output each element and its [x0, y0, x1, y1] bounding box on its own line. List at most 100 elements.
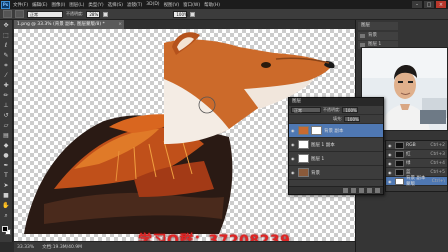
flow-field[interactable]: 100%	[173, 10, 188, 18]
hand-tool-icon[interactable]: ✋	[2, 202, 11, 210]
history-brush-tool-icon[interactable]: ↺	[2, 112, 11, 120]
layer-row-background-copy[interactable]: ◉ 背景 副本	[289, 124, 383, 138]
healing-tool-icon[interactable]: ✚	[2, 82, 11, 90]
add-mask-icon[interactable]	[359, 188, 364, 193]
menu-file[interactable]: 文件(F)	[13, 2, 28, 8]
type-tool-icon[interactable]: T	[2, 172, 11, 180]
visibility-eye-icon[interactable]: ◉	[388, 179, 393, 184]
window-controls: – □ ×	[412, 1, 446, 8]
layer-name: 背景 副本	[324, 128, 344, 134]
add-style-icon[interactable]	[351, 188, 356, 193]
visibility-eye-icon[interactable]: ◉	[388, 143, 393, 148]
pen-tool-icon[interactable]: ✒	[2, 162, 11, 170]
menu-filter[interactable]: 滤镜(T)	[127, 2, 142, 8]
layer-fill-field[interactable]: 100%	[344, 116, 361, 122]
zoom-level[interactable]: 33.33%	[17, 245, 34, 250]
menu-window[interactable]: 窗口(W)	[183, 2, 200, 8]
channel-name: 红	[406, 152, 411, 157]
dodge-tool-icon[interactable]: ●	[2, 152, 11, 160]
visibility-eye-icon[interactable]: ◉	[388, 152, 393, 157]
layer-thumbnail	[298, 126, 309, 135]
visibility-eye-icon[interactable]: ◉	[291, 128, 296, 133]
status-bar: 33.33% 文档:19.3M/40.9M	[14, 241, 355, 252]
layers-panel-title[interactable]: 图层	[289, 98, 383, 106]
visibility-eye-icon[interactable]: ◉	[291, 170, 296, 175]
layers-filter-row: 正常 不透明度: 100%	[289, 106, 383, 115]
pressure-opacity-toggle[interactable]	[103, 11, 109, 17]
channel-shortcut: Ctrl+3	[430, 151, 445, 157]
menu-select[interactable]: 选择(S)	[108, 2, 123, 8]
channel-row-red[interactable]: ◉ 红 Ctrl+3	[386, 150, 447, 159]
document-tab[interactable]: 1.png @ 33.3% (背景 副本, 图层蒙版/8) * ×	[14, 20, 124, 29]
channel-row-layer-mask[interactable]: ◉ 背景 副本 蒙版 Ctrl+\	[386, 176, 447, 187]
lasso-tool-icon[interactable]: ℓ	[2, 42, 11, 50]
gradient-tool-icon[interactable]: ▤	[2, 132, 11, 140]
menu-3d[interactable]: 3D(D)	[146, 2, 159, 7]
channel-thumbnail	[395, 141, 404, 149]
document-tab-title: 1.png @ 33.3% (背景 副本, 图层蒙版/8) *	[17, 22, 105, 27]
layer-name: 图层 1 副本	[311, 142, 335, 148]
layer-opacity-field[interactable]: 100%	[342, 107, 359, 113]
quick-select-tool-icon[interactable]: ✎	[2, 52, 11, 60]
visibility-eye-icon[interactable]: ◉	[291, 156, 296, 161]
opacity-field[interactable]: 28%	[86, 10, 101, 18]
link-layers-icon[interactable]	[343, 188, 348, 193]
menu-edit[interactable]: 编辑(E)	[32, 2, 47, 8]
clone-stamp-tool-icon[interactable]: ⊥	[2, 102, 11, 110]
channel-name: 背景 副本 蒙版	[406, 176, 426, 187]
close-tab-icon[interactable]: ×	[118, 20, 122, 29]
channel-row-green[interactable]: ◉ 绿 Ctrl+4	[386, 159, 447, 168]
channel-shortcut: Ctrl+4	[430, 160, 445, 166]
shape-tool-icon[interactable]: ■	[2, 192, 11, 200]
path-select-tool-icon[interactable]: ➤	[2, 182, 11, 190]
layer-row-background[interactable]: ◉ 背景	[289, 166, 383, 180]
brush-preset-picker[interactable]	[15, 10, 24, 18]
channels-panel: ◉ RGB Ctrl+2 ◉ 红 Ctrl+3 ◉ 绿 Ctrl+4 ◉ 蓝 C…	[385, 140, 448, 192]
blur-tool-icon[interactable]: ◆	[2, 142, 11, 150]
channel-row-rgb[interactable]: ◉ RGB Ctrl+2	[386, 141, 447, 150]
layer-thumbnail-icon	[360, 34, 365, 38]
foreground-color-swatch[interactable]	[2, 226, 8, 232]
minimize-button[interactable]: –	[412, 1, 422, 8]
layer-row-layer-1[interactable]: ◉ 图层 1	[289, 152, 383, 166]
channel-shortcut: Ctrl+5	[430, 169, 445, 175]
layer-mask-thumbnail[interactable]	[311, 126, 322, 135]
menu-type[interactable]: 类型(Y)	[88, 2, 103, 8]
eraser-tool-icon[interactable]: ▱	[2, 122, 11, 130]
maximize-button[interactable]: □	[424, 1, 434, 8]
eyedropper-tool-icon[interactable]: ⁄	[2, 72, 11, 80]
visibility-eye-icon[interactable]: ◉	[388, 161, 393, 166]
menu-help[interactable]: 帮助(H)	[204, 2, 220, 8]
dock-row-background[interactable]: 背景	[358, 32, 398, 40]
move-tool-icon[interactable]: ✥	[2, 22, 11, 30]
visibility-eye-icon[interactable]: ◉	[291, 142, 296, 147]
layers-panel-footer	[289, 186, 383, 194]
layer-blend-mode-select[interactable]: 正常	[291, 107, 321, 113]
crop-tool-icon[interactable]: ⌗	[2, 62, 11, 70]
layer-name: 图层 1	[311, 156, 325, 162]
photoshop-logo: Ps	[1, 0, 10, 9]
zoom-tool-icon[interactable]: ⌕	[2, 212, 11, 220]
document-info[interactable]: 文档:19.3M/40.9M	[42, 244, 82, 250]
layer-name: 背景	[311, 170, 320, 176]
airbrush-toggle[interactable]	[190, 11, 196, 17]
new-layer-icon[interactable]	[367, 188, 372, 193]
layers-panel: 图层 正常 不透明度: 100% 填充: 100% ◉ 背景 副本 ◉ 图层 1…	[288, 97, 384, 195]
menu-image[interactable]: 图像(I)	[51, 2, 65, 8]
delete-layer-icon[interactable]	[375, 188, 380, 193]
visibility-eye-icon[interactable]: ◉	[388, 170, 393, 175]
channel-name: 绿	[406, 161, 411, 166]
channel-thumbnail	[395, 177, 404, 185]
menu-view[interactable]: 视图(V)	[164, 2, 180, 8]
layer-row-layer-1-copy[interactable]: ◉ 图层 1 副本	[289, 138, 383, 152]
marquee-tool-icon[interactable]: ⬚	[2, 32, 11, 40]
close-button[interactable]: ×	[436, 1, 446, 8]
channel-shortcut: Ctrl+\	[431, 178, 445, 184]
dock-tab-layers[interactable]: 图层	[358, 22, 398, 30]
layer-thumbnail	[298, 140, 309, 149]
menu-layer[interactable]: 图层(L)	[69, 2, 84, 8]
options-bar: 正常 不透明度: 28% 100%	[0, 9, 448, 20]
blend-mode-select[interactable]: 正常	[27, 10, 63, 18]
tool-preset-picker[interactable]	[3, 10, 12, 18]
brush-tool-icon[interactable]: ✏	[2, 92, 11, 100]
